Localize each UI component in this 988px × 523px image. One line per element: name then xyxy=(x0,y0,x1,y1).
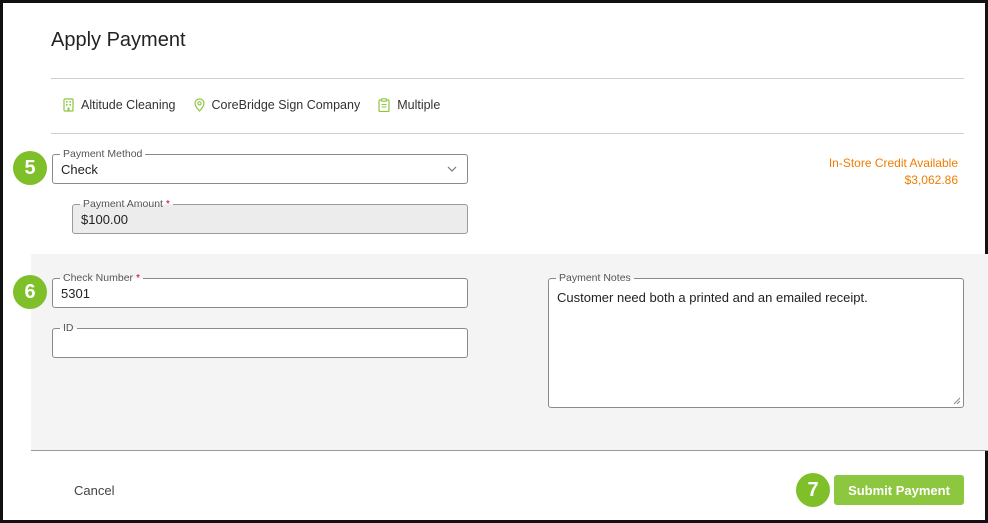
clipboard-icon xyxy=(378,98,390,112)
map-pin-icon xyxy=(193,98,205,112)
divider xyxy=(51,78,964,79)
divider xyxy=(51,133,964,134)
store-credit-label: In-Store Credit Available xyxy=(828,156,958,170)
payment-notes-textarea[interactable]: Payment Notes Customer need both a print… xyxy=(548,271,964,408)
orders-value: Multiple xyxy=(397,98,441,112)
company-name: Altitude Cleaning xyxy=(81,98,176,112)
payment-context: Altitude Cleaning CoreBridge Sign Compan… xyxy=(63,98,458,112)
check-number-value: 5301 xyxy=(61,286,90,301)
footer-divider xyxy=(31,450,988,451)
payment-amount-label: Payment Amount * xyxy=(80,197,173,211)
id-field[interactable]: ID xyxy=(52,321,468,358)
resize-handle-icon[interactable] xyxy=(953,397,961,405)
store-credit-info: In-Store Credit Available $3,062.86 xyxy=(829,155,958,189)
payment-amount-field[interactable]: Payment Amount * $100.00 xyxy=(72,197,468,234)
step-badge-7: 7 xyxy=(796,473,830,507)
dialog-title: Apply Payment xyxy=(51,29,186,51)
cancel-button[interactable]: Cancel xyxy=(74,483,114,498)
chevron-down-icon xyxy=(447,166,457,172)
company-item: Altitude Cleaning xyxy=(63,98,176,112)
payment-method-value: Check xyxy=(61,162,98,177)
check-number-field[interactable]: Check Number * 5301 xyxy=(52,271,468,308)
payment-notes-label: Payment Notes xyxy=(556,271,634,285)
check-number-label: Check Number * xyxy=(60,271,144,285)
location-name: CoreBridge Sign Company xyxy=(211,98,361,112)
id-label: ID xyxy=(60,321,77,335)
store-credit-amount: $3,062.86 xyxy=(904,173,958,187)
submit-payment-button[interactable]: Submit Payment xyxy=(834,475,964,505)
orders-item: Multiple xyxy=(378,98,440,112)
step-badge-6: 6 xyxy=(13,275,47,309)
payment-method-label: Payment Method xyxy=(60,147,146,161)
location-item: CoreBridge Sign Company xyxy=(193,98,361,112)
payment-amount-value: $100.00 xyxy=(81,212,128,227)
step-badge-5: 5 xyxy=(13,151,47,185)
payment-method-select[interactable]: Payment Method Check xyxy=(52,147,468,184)
apply-payment-dialog: Apply Payment Altitude Cleaning CoreBrid… xyxy=(0,0,988,523)
building-icon xyxy=(63,98,74,112)
payment-notes-value: Customer need both a printed and an emai… xyxy=(557,290,868,305)
